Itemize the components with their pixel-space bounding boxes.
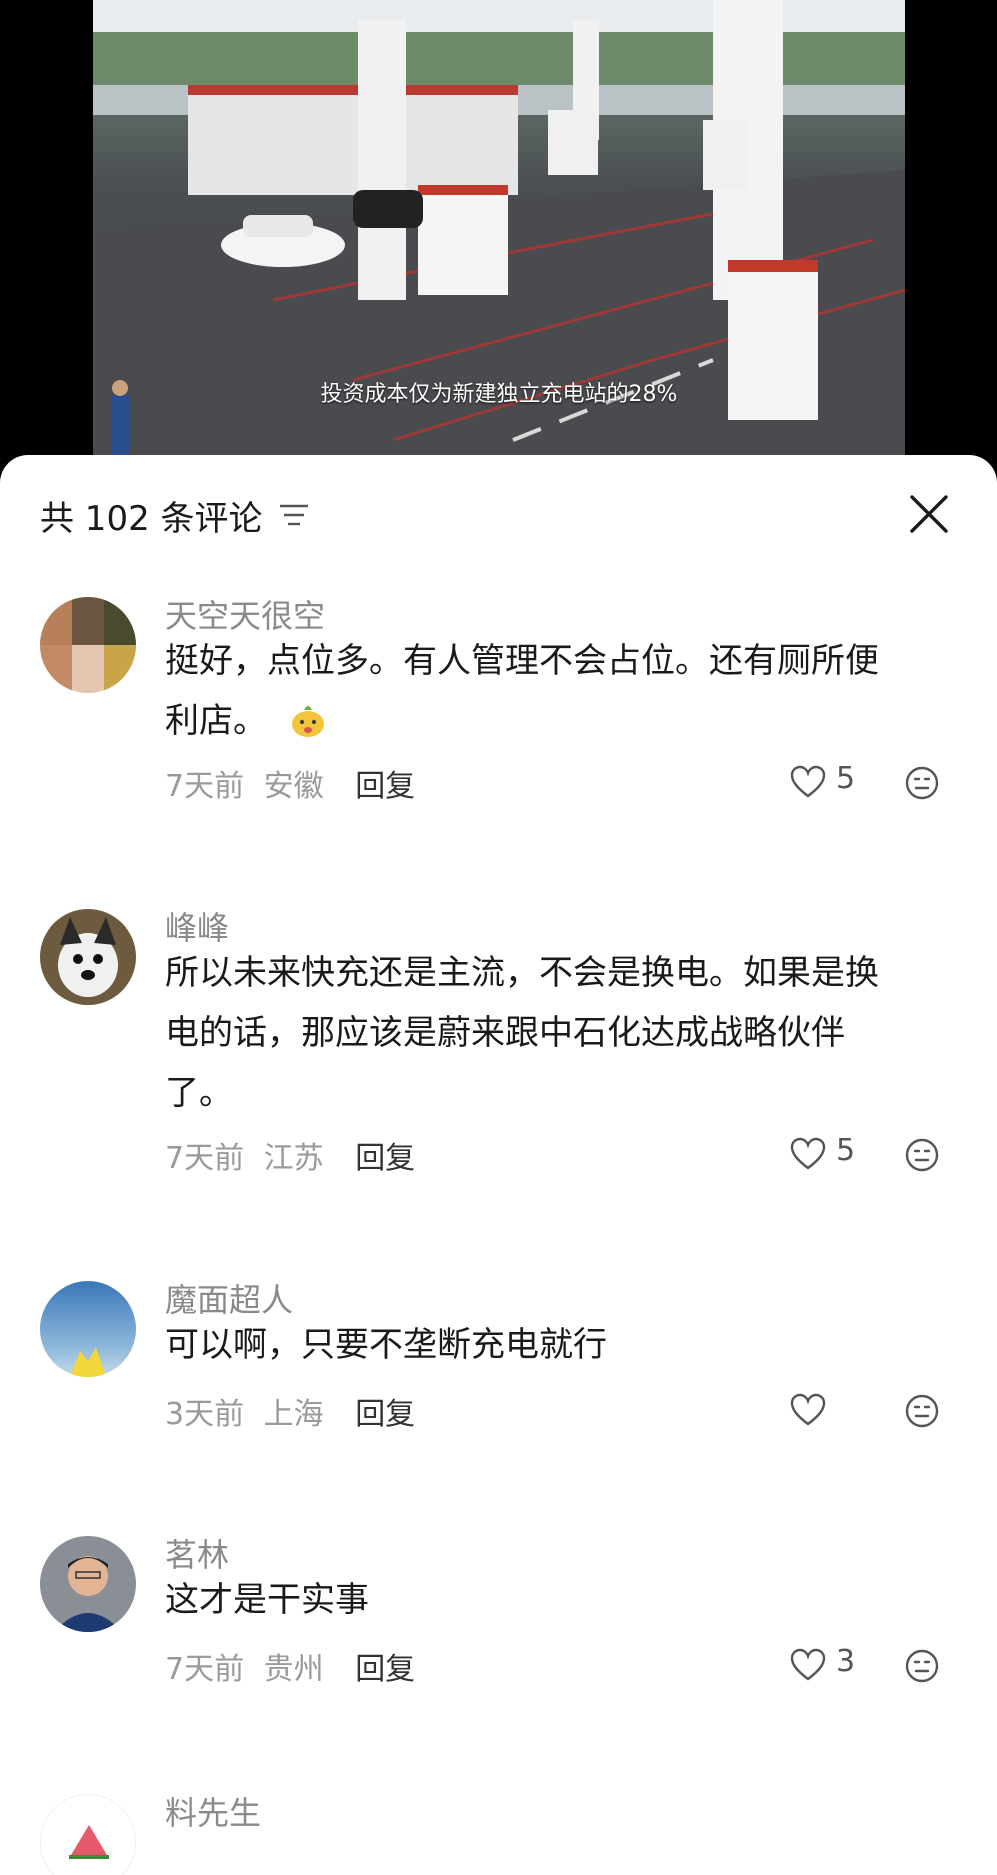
avatar-person-image	[40, 1536, 136, 1632]
comment-meta: 7天前 安徽 回复	[165, 761, 415, 805]
comment-text-line: 这才是干实事	[165, 1580, 369, 1620]
comment-text-line: 利店。	[165, 701, 267, 741]
heart-icon[interactable]	[790, 1648, 826, 1684]
comment-item: 茗林 这才是干实事 7天前 贵州 回复 3	[0, 1530, 997, 1710]
reply-button[interactable]: 回复	[355, 1141, 415, 1176]
comment-text: 挺好，点位多。有人管理不会占位。还有厕所便 利店。	[165, 631, 955, 751]
avatar-sky-image	[40, 1281, 136, 1377]
avatar[interactable]	[40, 1536, 136, 1632]
comment-location: 贵州	[263, 1652, 324, 1687]
comment-item: 魔面超人 可以啊，只要不垄断充电就行 3天前 上海 回复	[0, 1275, 997, 1455]
comment-meta: 3天前 上海 回复	[165, 1389, 415, 1433]
comment-meta: 7天前 江苏 回复	[165, 1133, 415, 1177]
comment-location: 江苏	[263, 1141, 324, 1176]
avatar[interactable]	[40, 1281, 136, 1377]
dislike-face-icon[interactable]	[904, 765, 940, 801]
comment-text-line-with-emoji: 利店。	[165, 691, 955, 751]
filter-icon[interactable]	[278, 499, 310, 531]
like-count: 3	[836, 1644, 856, 1679]
dislike-face-icon[interactable]	[904, 1648, 940, 1684]
reply-button[interactable]: 回复	[355, 769, 415, 804]
heart-icon[interactable]	[790, 1393, 826, 1429]
avatar[interactable]	[40, 909, 136, 1005]
comment-text-line: 电的话，那应该是蔚来跟中石化达成战略伙伴	[165, 1013, 845, 1053]
comment-time: 7天前	[165, 1652, 245, 1687]
reply-button[interactable]: 回复	[355, 1652, 415, 1687]
comment-meta: 7天前 贵州 回复	[165, 1644, 415, 1688]
comment-item: 料先生	[0, 1788, 997, 1875]
comment-text-line: 所以未来快充还是主流，不会是换电。如果是换	[165, 953, 879, 993]
comment-time: 7天前	[165, 769, 245, 804]
avatar-collage-image	[40, 597, 136, 693]
video-frame: 投资成本仅为新建独立充电站的28%	[93, 0, 905, 458]
heart-icon[interactable]	[790, 765, 826, 801]
avatar[interactable]	[40, 597, 136, 693]
heart-icon[interactable]	[790, 1137, 826, 1173]
avatar-husky-image	[40, 909, 136, 1005]
sticker-emoji-icon	[291, 706, 324, 737]
dislike-face-icon[interactable]	[904, 1393, 940, 1429]
comment-item: 峰峰 所以未来快充还是主流，不会是换电。如果是换 电的话，那应该是蔚来跟中石化达…	[0, 903, 997, 1193]
comments-header: 共 102 条评论	[0, 455, 997, 575]
comment-username[interactable]: 料先生	[165, 1788, 261, 1834]
video-player[interactable]: 投资成本仅为新建独立充电站的28%	[0, 0, 997, 458]
comment-location: 安徽	[263, 769, 324, 804]
like-count: 5	[836, 1133, 856, 1168]
like-count: 5	[836, 761, 856, 796]
comment-text-line: 可以啊，只要不垄断充电就行	[165, 1325, 607, 1365]
comment-location: 上海	[263, 1397, 324, 1432]
comment-count-title: 共 102 条评论	[40, 499, 263, 539]
close-icon[interactable]	[906, 491, 952, 537]
comments-sheet: 共 102 条评论 天空天很空 挺好，点位多。有人管理不会占位。还有厕所便 利店…	[0, 455, 997, 1875]
video-subtitle: 投资成本仅为新建独立充电站的28%	[320, 382, 678, 407]
comment-item: 天空天很空 挺好，点位多。有人管理不会占位。还有厕所便 利店。 7天前 安徽 回…	[0, 591, 997, 831]
comment-time: 3天前	[165, 1397, 245, 1432]
comment-text: 这才是干实事	[165, 1570, 955, 1630]
comment-text: 可以啊，只要不垄断充电就行	[165, 1315, 955, 1375]
avatar-watermelon-image	[41, 1795, 135, 1875]
comment-text: 所以未来快充还是主流，不会是换电。如果是换 电的话，那应该是蔚来跟中石化达成战略…	[165, 943, 955, 1123]
dislike-face-icon[interactable]	[904, 1137, 940, 1173]
comment-time: 7天前	[165, 1141, 245, 1176]
comment-text-line: 了。	[165, 1073, 233, 1113]
reply-button[interactable]: 回复	[355, 1397, 415, 1432]
comment-text-line: 挺好，点位多。有人管理不会占位。还有厕所便	[165, 641, 879, 681]
avatar[interactable]	[40, 1794, 136, 1875]
